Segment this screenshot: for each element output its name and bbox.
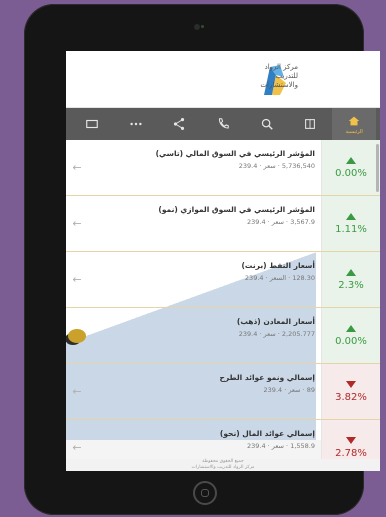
- toolbar-phone-button[interactable]: [201, 108, 245, 140]
- row-info: إسمالي عوائد المال (نحو) 1,558.9 · سعر ·…: [88, 420, 321, 471]
- triangle-up-icon: [346, 212, 356, 220]
- change-badge: 1.11%: [321, 196, 380, 251]
- triangle-down-icon: [346, 436, 356, 444]
- toolbar-book-button[interactable]: [289, 108, 333, 140]
- phone-icon: [218, 117, 229, 128]
- app-screen: مركز الرواد للتدريب والاستشارات الرئيسية…: [66, 51, 380, 471]
- list-item[interactable]: أسعار المعادن (ذهب) 2,205.777 · سعر · 23…: [66, 308, 380, 364]
- coin-icon-wrap[interactable]: [66, 308, 88, 363]
- row-info: المؤشر الرئيسي في السوق المالي (تاسي) 5,…: [88, 140, 321, 195]
- list-item[interactable]: ← المؤشر الرئيسي في السوق المالي (تاسي) …: [66, 140, 380, 196]
- arrow-left-icon[interactable]: ←: [66, 196, 88, 251]
- home-button[interactable]: [193, 481, 217, 505]
- more-icon: [129, 122, 142, 125]
- row-title: المؤشر الرئيسي في السوق الموازي (نمو): [158, 205, 315, 214]
- row-title: أسعار المعادن (ذهب): [236, 317, 315, 326]
- toolbar-search-button[interactable]: [245, 108, 289, 140]
- list-item[interactable]: ← أسعار النفط (برنت) 128.30 · السعر · 23…: [66, 252, 380, 308]
- triangle-up-icon: [346, 324, 356, 332]
- row-subtitle: 128.30 · السعر · 239.4: [244, 274, 315, 282]
- coin-icon: [68, 328, 86, 343]
- list-item[interactable]: ← المؤشر الرئيسي في السوق الموازي (نمو) …: [66, 196, 380, 252]
- book-icon: [305, 118, 316, 129]
- change-percent: 3.82%: [335, 391, 367, 403]
- row-info: إسمالي ونمو عوائد الطرح 89 · سعر · 239.4: [88, 364, 321, 419]
- row-subtitle: 1,558.9 · سعر · 239.4: [247, 442, 315, 450]
- change-percent: 0.00%: [335, 167, 367, 179]
- list-item[interactable]: ← إسمالي ونمو عوائد الطرح 89 · سعر · 239…: [66, 364, 380, 420]
- change-percent: 1.11%: [335, 223, 367, 235]
- row-subtitle: 2,205.777 · سعر · 239.4: [238, 330, 315, 338]
- scrollbar[interactable]: [376, 144, 379, 192]
- change-percent: 2.3%: [338, 279, 364, 291]
- row-title: أسعار النفط (برنت): [241, 261, 315, 270]
- search-icon: [261, 118, 273, 130]
- triangle-up-icon: [346, 156, 356, 164]
- brand-line-3: والاستشارات: [260, 81, 298, 89]
- brand-line-2: للتدريب: [275, 72, 298, 80]
- toolbar-more-button[interactable]: [114, 108, 158, 140]
- row-info: أسعار النفط (برنت) 128.30 · السعر · 239.…: [88, 252, 321, 307]
- row-subtitle: 3,567.9 · سعر · 239.4: [247, 218, 315, 226]
- arrow-left-icon[interactable]: ←: [66, 140, 88, 195]
- toolbar-label: الرئيسية: [345, 128, 363, 135]
- row-subtitle: 5,736,540 · سعر · 239.4: [238, 162, 315, 170]
- arrow-left-icon[interactable]: ←: [66, 252, 88, 307]
- change-badge: 2.3%: [321, 252, 380, 307]
- triangle-up-icon: [346, 268, 356, 276]
- change-badge: 0.00%: [321, 308, 380, 363]
- market-list: ← المؤشر الرئيسي في السوق المالي (تاسي) …: [66, 140, 380, 471]
- brand-line-1: مركز الرواد: [264, 63, 298, 71]
- change-percent: 0.00%: [335, 335, 367, 347]
- toolbar-home-button[interactable]: الرئيسية: [332, 108, 377, 140]
- header-logo: مركز الرواد للتدريب والاستشارات: [66, 51, 380, 108]
- row-title: إسمالي عوائد المال (نحو): [219, 429, 315, 438]
- share-icon: [174, 117, 185, 130]
- tablet-device: مركز الرواد للتدريب والاستشارات الرئيسية…: [24, 4, 380, 515]
- arrow-left-icon[interactable]: ←: [66, 364, 88, 419]
- toolbar: الرئيسية: [66, 108, 380, 140]
- toolbar-window-button[interactable]: [70, 108, 114, 140]
- row-info: أسعار المعادن (ذهب) 2,205.777 · سعر · 23…: [88, 308, 321, 363]
- change-percent: 2.78%: [335, 447, 367, 459]
- row-title: المؤشر الرئيسي في السوق المالي (تاسي): [155, 149, 315, 158]
- row-subtitle: 89 · سعر · 239.4: [263, 386, 315, 394]
- home-icon: [348, 116, 360, 125]
- brand-text: مركز الرواد للتدريب والاستشارات: [228, 63, 298, 90]
- change-badge: 3.82%: [321, 364, 380, 419]
- row-info: المؤشر الرئيسي في السوق الموازي (نمو) 3,…: [88, 196, 321, 251]
- change-badge: 0.00%: [321, 140, 380, 195]
- camera: [194, 24, 204, 30]
- window-icon: [86, 119, 98, 128]
- toolbar-share-button[interactable]: [157, 108, 201, 140]
- triangle-down-icon: [346, 380, 356, 388]
- row-title: إسمالي ونمو عوائد الطرح: [219, 373, 315, 382]
